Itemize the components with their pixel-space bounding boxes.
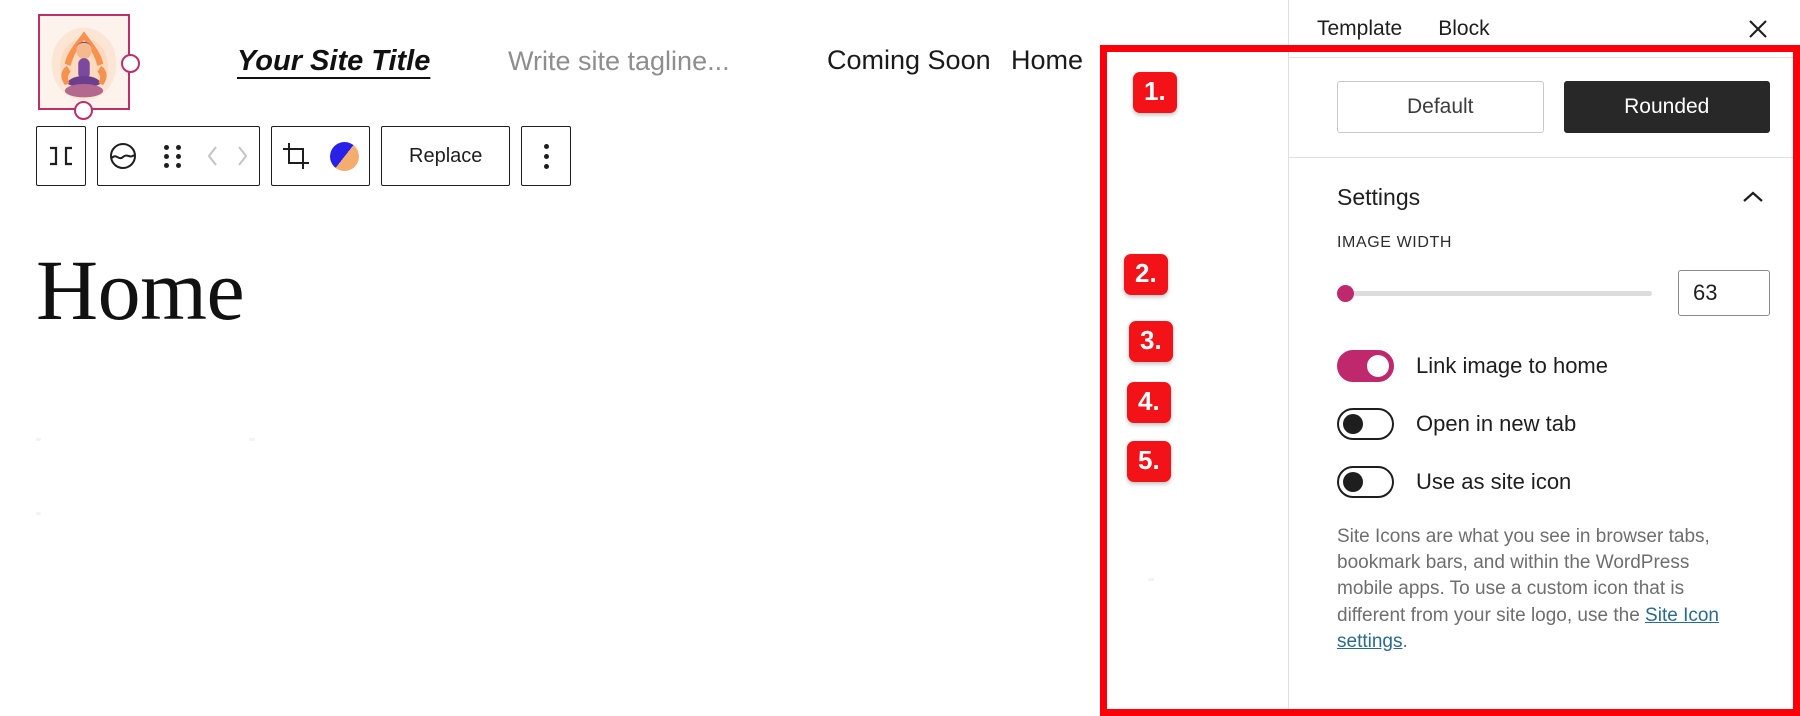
use-as-site-icon-row: Use as site icon: [1337, 466, 1770, 498]
move-arrows-buttons[interactable]: [196, 127, 259, 185]
open-in-new-tab-label: Open in new tab: [1416, 411, 1577, 436]
tab-block[interactable]: Block: [1438, 17, 1489, 41]
annotation-badge-1: 1.: [1133, 72, 1177, 113]
slider-thumb[interactable]: [1337, 284, 1354, 302]
link-image-to-home-row: Link image to home: [1337, 350, 1770, 382]
image-width-label: IMAGE WIDTH: [1337, 234, 1453, 251]
canvas-ghost-mark: [36, 438, 41, 441]
image-tools-group: [271, 126, 370, 186]
site-logo-icon[interactable]: [37, 127, 85, 185]
use-as-site-icon-label: Use as site icon: [1416, 469, 1572, 494]
canvas-ghost-mark: [249, 438, 255, 441]
resize-handle-bottom[interactable]: [74, 101, 93, 120]
settings-section-header[interactable]: Settings: [1289, 158, 1800, 234]
open-in-new-tab-row: Open in new tab: [1337, 408, 1770, 440]
use-as-site-icon-toggle[interactable]: [1337, 466, 1394, 498]
annotation-badge-3: 3.: [1129, 321, 1173, 362]
more-options-group: [521, 126, 572, 186]
help-text-after: .: [1402, 630, 1408, 652]
open-in-new-tab-toggle[interactable]: [1337, 408, 1394, 440]
site-logo-selection-frame[interactable]: [38, 14, 130, 110]
settings-controls: IMAGE WIDTH Link image to home Open in n…: [1289, 234, 1800, 655]
annotation-badge-4: 4.: [1127, 382, 1171, 423]
slider-track: [1337, 290, 1652, 296]
block-actions-group: [97, 126, 260, 186]
style-variations: Default Rounded: [1289, 58, 1800, 158]
crop-icon[interactable]: [272, 127, 320, 185]
tab-template[interactable]: Template: [1317, 17, 1402, 41]
site-header-block: Your Site Title Write site tagline... Co…: [0, 0, 1288, 124]
site-title-block[interactable]: Your Site Title: [237, 45, 430, 78]
site-logo-block[interactable]: [38, 14, 140, 120]
page-title[interactable]: Home: [36, 240, 245, 340]
chevron-up-icon[interactable]: [1736, 180, 1770, 214]
site-icon-help-text: Site Icons are what you see in browser t…: [1337, 524, 1737, 655]
image-block-icon[interactable]: [98, 127, 148, 185]
image-width-slider[interactable]: [1337, 283, 1652, 303]
nav-item-coming-soon[interactable]: Coming Soon: [827, 45, 991, 76]
site-tagline-block[interactable]: Write site tagline...: [508, 46, 730, 77]
annotation-badge-2: 2.: [1124, 254, 1168, 295]
variation-default-button[interactable]: Default: [1337, 81, 1544, 133]
link-image-to-home-toggle[interactable]: [1337, 350, 1394, 382]
more-options-icon[interactable]: [522, 127, 570, 185]
duotone-filter-icon[interactable]: [320, 127, 369, 185]
resize-handle-right[interactable]: [121, 54, 140, 73]
image-width-control: [1337, 270, 1770, 316]
settings-title: Settings: [1337, 183, 1421, 210]
canvas-ghost-mark: [36, 512, 41, 515]
drag-handle-icon[interactable]: [148, 127, 196, 185]
canvas-ghost-mark: [1148, 578, 1154, 581]
replace-button[interactable]: Replace: [382, 127, 509, 185]
close-icon[interactable]: [1740, 11, 1776, 47]
variation-rounded-button[interactable]: Rounded: [1563, 81, 1770, 133]
nav-item-home[interactable]: Home: [1011, 45, 1083, 76]
annotation-badge-5: 5.: [1127, 441, 1171, 482]
editor-canvas: Your Site Title Write site tagline... Co…: [0, 0, 1288, 716]
sidebar-tab-bar: Template Block: [1289, 0, 1800, 58]
wordpress-site-editor: Your Site Title Write site tagline... Co…: [0, 0, 1800, 716]
chevron-right-icon[interactable]: [236, 145, 249, 167]
yoga-figure-illustration: [40, 16, 128, 108]
replace-group: Replace: [381, 126, 511, 186]
link-image-to-home-label: Link image to home: [1416, 353, 1608, 378]
block-type-group: [36, 126, 86, 186]
block-settings-sidebar: Template Block Default Rounded Settings …: [1288, 0, 1800, 716]
image-width-input[interactable]: [1678, 270, 1770, 316]
block-toolbar: Replace: [36, 126, 572, 186]
chevron-left-icon[interactable]: [206, 145, 219, 167]
